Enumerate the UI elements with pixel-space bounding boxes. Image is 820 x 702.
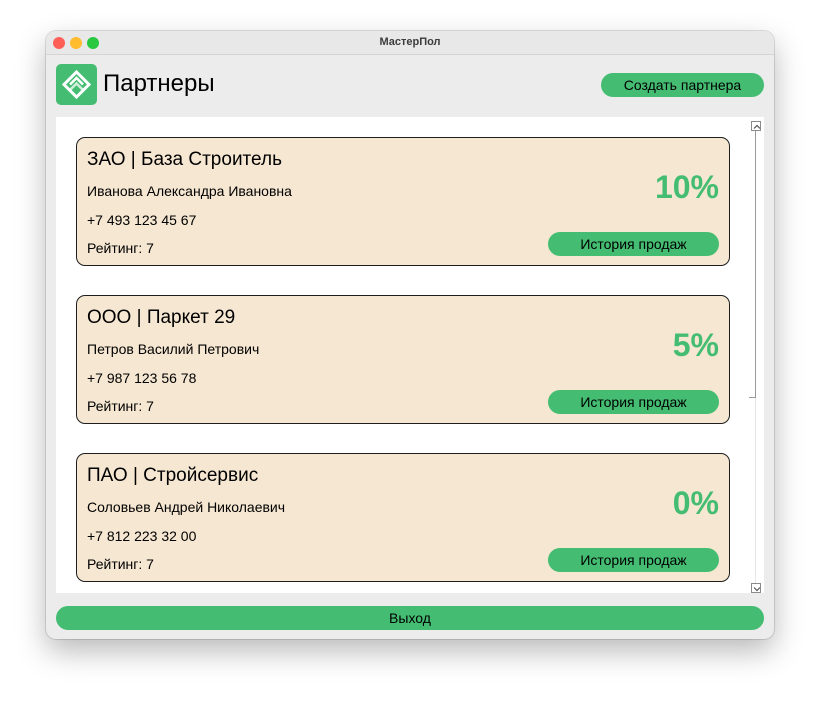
partner-card[interactable]: ООО | Паркет 29 Петров Василий Петрович … — [76, 295, 730, 424]
page-title: Партнеры — [103, 70, 215, 97]
vertical-scrollbar[interactable] — [748, 117, 764, 593]
title-bar: МастерПол — [46, 31, 774, 55]
partner-contact: Петров Василий Петрович — [87, 341, 260, 357]
sales-history-button[interactable]: История продаж — [548, 390, 719, 414]
partner-phone: +7 493 123 45 67 — [87, 212, 197, 228]
partner-contact: Иванова Александра Ивановна — [87, 183, 292, 199]
create-partner-button[interactable]: Создать партнера — [601, 73, 764, 97]
partner-rating: Рейтинг: 7 — [87, 398, 154, 414]
partner-discount: 5% — [672, 327, 719, 363]
scroll-thumb-end — [749, 397, 756, 398]
partner-contact: Соловьев Андрей Николаевич — [87, 499, 286, 515]
partner-phone: +7 812 223 32 00 — [87, 528, 197, 544]
partner-discount: 0% — [672, 485, 719, 521]
partner-rating: Рейтинг: 7 — [87, 556, 154, 572]
exit-button[interactable]: Выход — [56, 606, 764, 630]
scroll-thumb[interactable] — [755, 131, 756, 397]
sales-history-button[interactable]: История продаж — [548, 232, 719, 256]
partner-list[interactable]: ЗАО | База Строитель Иванова Александра … — [56, 117, 764, 593]
window-title: МастерПол — [379, 36, 441, 48]
app-window: МастерПол Партнеры Создать партнера ЗАО … — [46, 31, 774, 639]
master-pol-logo-icon — [56, 64, 97, 105]
partner-card[interactable]: ПАО | Стройсервис Соловьев Андрей Никола… — [76, 453, 730, 582]
partner-name: ПАО | Стройсервис — [87, 465, 259, 486]
partner-rating: Рейтинг: 7 — [87, 240, 154, 256]
partner-name: ЗАО | База Строитель — [87, 149, 282, 170]
partner-card[interactable]: ЗАО | База Строитель Иванова Александра … — [76, 137, 730, 266]
partner-phone: +7 987 123 56 78 — [87, 370, 197, 386]
scroll-up-button[interactable] — [751, 121, 761, 131]
partner-name: ООО | Паркет 29 — [87, 307, 236, 328]
sales-history-button[interactable]: История продаж — [548, 548, 719, 572]
partner-discount: 10% — [654, 169, 719, 205]
scroll-down-button[interactable] — [751, 583, 761, 593]
